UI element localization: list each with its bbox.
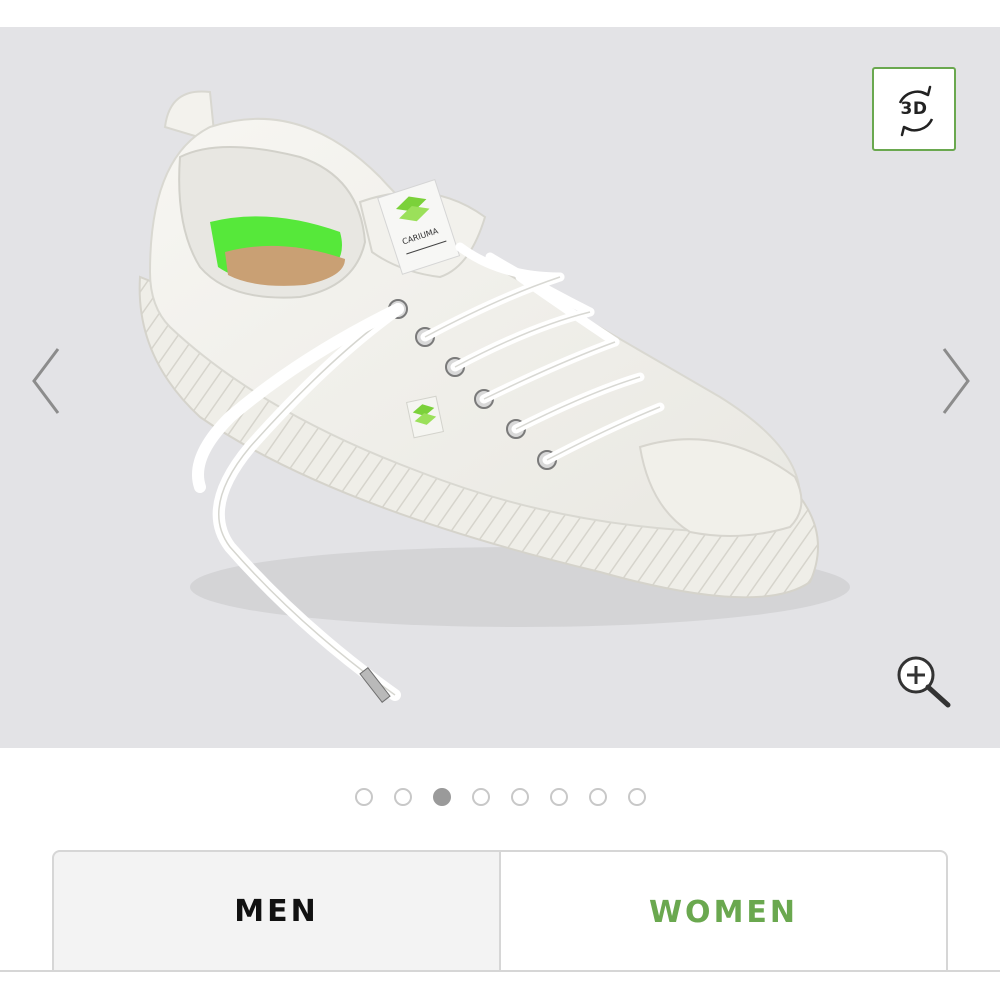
view-3d-label: 3D <box>900 99 928 119</box>
chevron-right-icon <box>942 348 970 414</box>
pagination-dot[interactable] <box>393 788 412 806</box>
gender-tabs: MEN WOMEN <box>52 850 948 972</box>
pagination-dot[interactable] <box>549 788 568 806</box>
product-image-gallery: CARIUMA 3D <box>0 27 1000 748</box>
tab-women[interactable]: WOMEN <box>501 850 948 972</box>
product-image: CARIUMA <box>138 90 850 703</box>
next-image-button[interactable] <box>936 341 976 421</box>
pagination-dot[interactable] <box>432 788 451 806</box>
previous-image-button[interactable] <box>26 341 66 421</box>
pagination-dot[interactable] <box>510 788 529 806</box>
pagination-dot[interactable] <box>588 788 607 806</box>
view-3d-button[interactable]: 3D <box>872 67 956 151</box>
zoom-button[interactable] <box>890 651 960 711</box>
tab-men[interactable]: MEN <box>52 850 501 972</box>
pagination-dot[interactable] <box>471 788 490 806</box>
divider <box>0 970 1000 972</box>
zoom-in-icon <box>897 656 951 708</box>
chevron-left-icon <box>32 348 60 414</box>
image-pagination <box>0 788 1000 812</box>
pagination-dot[interactable] <box>627 788 646 806</box>
pagination-dot[interactable] <box>354 788 373 806</box>
